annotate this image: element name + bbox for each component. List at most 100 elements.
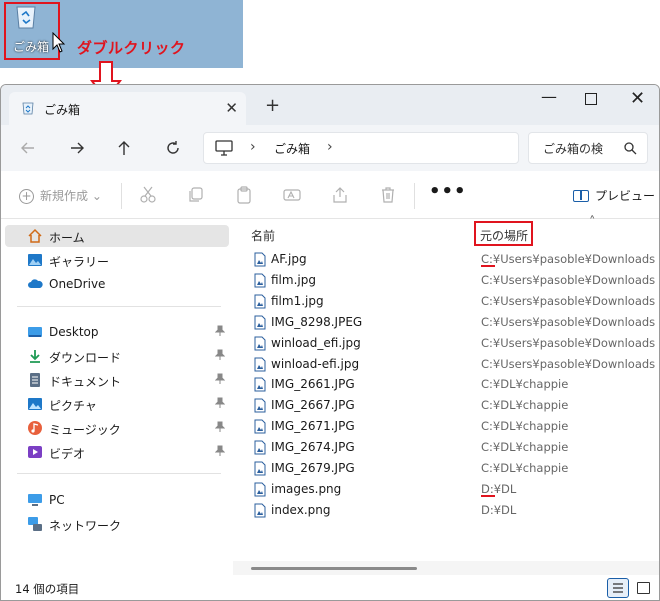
more-options-button[interactable]: •••: [429, 181, 467, 202]
cut-icon[interactable]: [139, 186, 157, 204]
table-row[interactable]: IMG_2679.JPG C:¥DL¥chappie: [233, 458, 659, 479]
image-file-icon: [254, 419, 266, 434]
tab-close-icon[interactable]: ✕: [225, 99, 238, 117]
divider: [17, 473, 221, 474]
image-file-icon: [254, 503, 266, 518]
desktop-background: ごみ箱 ダブルクリック: [0, 0, 243, 68]
sidebar-item-home[interactable]: ホーム: [5, 225, 229, 247]
sidebar-item-label: PC: [49, 493, 65, 507]
details-view-button[interactable]: [607, 578, 629, 598]
file-name: winload-efi.jpg: [271, 356, 360, 371]
sidebar-item-videos[interactable]: ビデオ: [5, 441, 229, 463]
new-button[interactable]: + 新規作成 ⌄: [19, 187, 102, 204]
divider: [121, 183, 122, 209]
sidebar-item-onedrive[interactable]: OneDrive: [5, 273, 229, 295]
pin-icon[interactable]: [215, 397, 225, 409]
pin-icon[interactable]: [215, 445, 225, 457]
sidebar-item-documents[interactable]: ドキュメント: [5, 369, 229, 391]
music-icon: [28, 421, 42, 435]
sidebar-item-pictures[interactable]: ピクチャ: [5, 393, 229, 415]
image-file-icon: [254, 482, 266, 497]
pin-icon[interactable]: [215, 325, 225, 337]
chevron-right-icon[interactable]: ›: [327, 139, 333, 155]
sidebar-item-network[interactable]: ネットワーク: [5, 513, 229, 535]
file-name: IMG_2674.JPG: [271, 440, 355, 455]
search-icon[interactable]: [623, 141, 637, 155]
pin-icon[interactable]: [215, 373, 225, 385]
share-icon[interactable]: [331, 186, 349, 204]
new-tab-button[interactable]: +: [265, 95, 280, 116]
image-file-icon: [254, 440, 266, 455]
up-arrow-icon[interactable]: [115, 139, 133, 157]
original-location: C:¥DL¥chappie: [481, 377, 569, 392]
divider: [17, 306, 221, 307]
copy-icon[interactable]: [187, 186, 205, 204]
sidebar-item-music[interactable]: ミュージック: [5, 417, 229, 439]
breadcrumb[interactable]: ごみ箱: [274, 140, 310, 157]
original-location: C:¥Users¥pasoble¥Downloads: [481, 293, 656, 308]
table-row[interactable]: images.png D:¥DL: [233, 479, 659, 500]
address-bar[interactable]: › ごみ箱 ›: [203, 132, 519, 164]
refresh-icon[interactable]: [164, 139, 182, 157]
sidebar-item-label: ギャラリー: [49, 255, 110, 269]
search-input[interactable]: ごみ箱の検: [528, 132, 648, 164]
command-bar: + 新規作成 ⌄ ••• プレビュー: [1, 171, 659, 219]
tab-recycle-bin[interactable]: ごみ箱 ✕: [9, 92, 246, 125]
table-row[interactable]: IMG_2674.JPG C:¥DL¥chappie: [233, 437, 659, 458]
table-row[interactable]: IMG_8298.JPEG C:¥Users¥pasoble¥Downloads: [233, 312, 659, 333]
original-location: C:¥DL¥chappie: [481, 440, 569, 455]
scrollbar-thumb[interactable]: [251, 567, 417, 570]
recycle-bin-icon[interactable]: [14, 3, 38, 29]
sidebar-item-label: ミュージック: [49, 423, 121, 437]
minimize-button[interactable]: —: [541, 87, 557, 106]
column-header-name[interactable]: 名前: [251, 227, 275, 244]
drive-underline: [481, 265, 495, 267]
sidebar-item-label: Desktop: [49, 325, 99, 339]
sidebar-item-pc[interactable]: PC: [5, 489, 229, 511]
sidebar-item-gallery[interactable]: ギャラリー: [5, 249, 229, 271]
navigation-pane: ホーム ギャラリー OneDrive Desktop ダウンロード ドキュメント…: [1, 219, 233, 569]
table-row[interactable]: film1.jpg C:¥Users¥pasoble¥Downloads: [233, 291, 659, 312]
trash-icon[interactable]: [379, 186, 397, 204]
pin-icon[interactable]: [215, 421, 225, 433]
table-row[interactable]: IMG_2667.JPG C:¥DL¥chappie: [233, 395, 659, 416]
file-name: images.png: [271, 481, 342, 496]
desktop-icon: [28, 327, 42, 337]
paste-icon[interactable]: [235, 186, 253, 204]
original-location: D:¥DL: [481, 502, 517, 517]
explorer-window: ごみ箱 ✕ + — ✕ › ごみ箱 › ごみ箱の検 + 新規作成 ⌄ ••• プ…: [0, 84, 660, 601]
recycle-bin-label[interactable]: ごみ箱: [8, 38, 54, 55]
table-row[interactable]: winload_efi.jpg C:¥Users¥pasoble¥Download…: [233, 333, 659, 354]
drive-underline: [481, 494, 495, 497]
original-location: C:¥Users¥pasoble¥Downloads: [481, 272, 656, 287]
table-row[interactable]: IMG_2661.JPG C:¥DL¥chappie: [233, 374, 659, 395]
column-header-location[interactable]: 元の場所: [480, 227, 528, 244]
table-row[interactable]: film.jpg C:¥Users¥pasoble¥Downloads: [233, 270, 659, 291]
forward-arrow-icon[interactable]: [68, 139, 86, 157]
table-row[interactable]: AF.jpg C:¥Users¥pasoble¥Downloads: [233, 249, 659, 270]
sidebar-item-label: ドキュメント: [49, 375, 122, 389]
sidebar-item-label: ホーム: [49, 231, 85, 245]
preview-label: プレビュー: [595, 189, 656, 203]
mouse-cursor-icon: [52, 32, 66, 53]
preview-button[interactable]: プレビュー: [573, 187, 655, 204]
table-row[interactable]: IMG_2671.JPG C:¥DL¥chappie: [233, 416, 659, 437]
sidebar-item-label: ネットワーク: [49, 519, 122, 533]
original-location: C:¥DL¥chappie: [481, 461, 569, 475]
rename-icon[interactable]: [283, 186, 301, 204]
cloud-icon: [28, 279, 43, 288]
table-row[interactable]: winload-efi.jpg C:¥Users¥pasoble¥Download…: [233, 354, 659, 375]
list-icon: [613, 583, 623, 593]
image-file-icon: [254, 398, 266, 413]
navigation-bar: › ごみ箱 › ごみ箱の検: [1, 125, 659, 171]
table-row[interactable]: index.png D:¥DL: [233, 500, 659, 521]
sidebar-item-downloads[interactable]: ダウンロード: [5, 345, 229, 367]
sidebar-item-desktop[interactable]: Desktop: [5, 321, 229, 343]
file-name: film.jpg: [271, 272, 316, 287]
pin-icon[interactable]: [215, 349, 225, 361]
close-button[interactable]: ✕: [630, 88, 645, 109]
tiles-view-button[interactable]: [637, 582, 650, 594]
chevron-down-icon: ⌄: [91, 189, 102, 203]
back-arrow-icon[interactable]: [19, 139, 37, 157]
maximize-button[interactable]: [585, 93, 597, 105]
